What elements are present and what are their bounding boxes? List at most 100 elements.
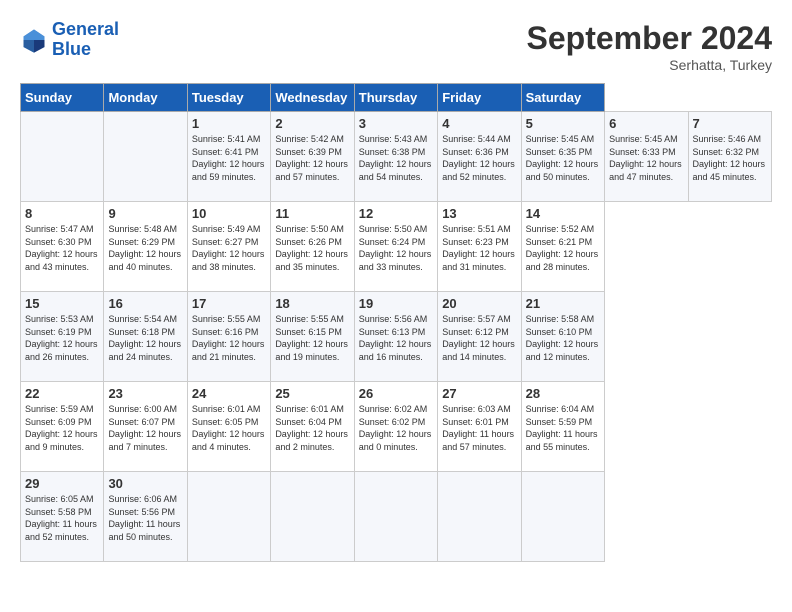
day-info: Sunrise: 5:50 AM Sunset: 6:24 PM Dayligh… — [359, 223, 433, 273]
calendar-day-cell: 26 Sunrise: 6:02 AM Sunset: 6:02 PM Dayl… — [354, 382, 437, 472]
calendar-day-cell: 11 Sunrise: 5:50 AM Sunset: 6:26 PM Dayl… — [271, 202, 354, 292]
location-subtitle: Serhatta, Turkey — [527, 57, 772, 73]
day-number: 6 — [609, 116, 683, 131]
calendar-day-cell: 5 Sunrise: 5:45 AM Sunset: 6:35 PM Dayli… — [521, 112, 604, 202]
day-info: Sunrise: 5:47 AM Sunset: 6:30 PM Dayligh… — [25, 223, 99, 273]
calendar-week-row: 8 Sunrise: 5:47 AM Sunset: 6:30 PM Dayli… — [21, 202, 772, 292]
calendar-day-cell: 20 Sunrise: 5:57 AM Sunset: 6:12 PM Dayl… — [438, 292, 521, 382]
day-number: 22 — [25, 386, 99, 401]
day-info: Sunrise: 6:05 AM Sunset: 5:58 PM Dayligh… — [25, 493, 99, 543]
day-number: 5 — [526, 116, 600, 131]
day-info: Sunrise: 6:01 AM Sunset: 6:04 PM Dayligh… — [275, 403, 349, 453]
calendar-day-cell: 24 Sunrise: 6:01 AM Sunset: 6:05 PM Dayl… — [187, 382, 270, 472]
day-number: 2 — [275, 116, 349, 131]
day-number: 4 — [442, 116, 516, 131]
day-number: 8 — [25, 206, 99, 221]
day-info: Sunrise: 5:49 AM Sunset: 6:27 PM Dayligh… — [192, 223, 266, 273]
day-info: Sunrise: 5:56 AM Sunset: 6:13 PM Dayligh… — [359, 313, 433, 363]
calendar-day-cell: 17 Sunrise: 5:55 AM Sunset: 6:16 PM Dayl… — [187, 292, 270, 382]
day-number: 17 — [192, 296, 266, 311]
calendar-day-cell — [438, 472, 521, 562]
empty-cell — [104, 112, 187, 202]
calendar-day-cell: 15 Sunrise: 5:53 AM Sunset: 6:19 PM Dayl… — [21, 292, 104, 382]
day-number: 7 — [693, 116, 768, 131]
day-number: 24 — [192, 386, 266, 401]
day-number: 3 — [359, 116, 433, 131]
calendar-day-cell: 30 Sunrise: 6:06 AM Sunset: 5:56 PM Dayl… — [104, 472, 187, 562]
day-number: 14 — [526, 206, 600, 221]
empty-cell — [21, 112, 104, 202]
calendar-table: SundayMondayTuesdayWednesdayThursdayFrid… — [20, 83, 772, 562]
day-info: Sunrise: 5:44 AM Sunset: 6:36 PM Dayligh… — [442, 133, 516, 183]
day-number: 1 — [192, 116, 266, 131]
calendar-day-cell: 3 Sunrise: 5:43 AM Sunset: 6:38 PM Dayli… — [354, 112, 437, 202]
calendar-day-cell: 29 Sunrise: 6:05 AM Sunset: 5:58 PM Dayl… — [21, 472, 104, 562]
calendar-day-cell: 4 Sunrise: 5:44 AM Sunset: 6:36 PM Dayli… — [438, 112, 521, 202]
day-number: 26 — [359, 386, 433, 401]
day-info: Sunrise: 5:51 AM Sunset: 6:23 PM Dayligh… — [442, 223, 516, 273]
day-number: 18 — [275, 296, 349, 311]
calendar-day-cell — [187, 472, 270, 562]
calendar-day-cell: 9 Sunrise: 5:48 AM Sunset: 6:29 PM Dayli… — [104, 202, 187, 292]
calendar-day-cell: 10 Sunrise: 5:49 AM Sunset: 6:27 PM Dayl… — [187, 202, 270, 292]
day-info: Sunrise: 5:54 AM Sunset: 6:18 PM Dayligh… — [108, 313, 182, 363]
day-info: Sunrise: 6:02 AM Sunset: 6:02 PM Dayligh… — [359, 403, 433, 453]
calendar-header: SundayMondayTuesdayWednesdayThursdayFrid… — [21, 84, 772, 112]
day-info: Sunrise: 5:43 AM Sunset: 6:38 PM Dayligh… — [359, 133, 433, 183]
day-info: Sunrise: 5:55 AM Sunset: 6:16 PM Dayligh… — [192, 313, 266, 363]
day-number: 16 — [108, 296, 182, 311]
header-day: Tuesday — [187, 84, 270, 112]
day-info: Sunrise: 5:57 AM Sunset: 6:12 PM Dayligh… — [442, 313, 516, 363]
day-number: 9 — [108, 206, 182, 221]
calendar-week-row: 1 Sunrise: 5:41 AM Sunset: 6:41 PM Dayli… — [21, 112, 772, 202]
calendar-day-cell: 19 Sunrise: 5:56 AM Sunset: 6:13 PM Dayl… — [354, 292, 437, 382]
day-info: Sunrise: 5:55 AM Sunset: 6:15 PM Dayligh… — [275, 313, 349, 363]
day-info: Sunrise: 5:41 AM Sunset: 6:41 PM Dayligh… — [192, 133, 266, 183]
header-day: Saturday — [521, 84, 604, 112]
calendar-day-cell — [354, 472, 437, 562]
logo-icon — [20, 26, 48, 54]
calendar-day-cell: 2 Sunrise: 5:42 AM Sunset: 6:39 PM Dayli… — [271, 112, 354, 202]
day-info: Sunrise: 5:48 AM Sunset: 6:29 PM Dayligh… — [108, 223, 182, 273]
calendar-day-cell: 25 Sunrise: 6:01 AM Sunset: 6:04 PM Dayl… — [271, 382, 354, 472]
day-info: Sunrise: 6:00 AM Sunset: 6:07 PM Dayligh… — [108, 403, 182, 453]
calendar-day-cell: 18 Sunrise: 5:55 AM Sunset: 6:15 PM Dayl… — [271, 292, 354, 382]
day-info: Sunrise: 6:01 AM Sunset: 6:05 PM Dayligh… — [192, 403, 266, 453]
calendar-day-cell: 28 Sunrise: 6:04 AM Sunset: 5:59 PM Dayl… — [521, 382, 604, 472]
calendar-day-cell: 8 Sunrise: 5:47 AM Sunset: 6:30 PM Dayli… — [21, 202, 104, 292]
day-info: Sunrise: 6:03 AM Sunset: 6:01 PM Dayligh… — [442, 403, 516, 453]
calendar-day-cell: 23 Sunrise: 6:00 AM Sunset: 6:07 PM Dayl… — [104, 382, 187, 472]
header-day: Friday — [438, 84, 521, 112]
calendar-day-cell: 12 Sunrise: 5:50 AM Sunset: 6:24 PM Dayl… — [354, 202, 437, 292]
day-info: Sunrise: 5:52 AM Sunset: 6:21 PM Dayligh… — [526, 223, 600, 273]
logo-text: General Blue — [52, 20, 119, 60]
day-info: Sunrise: 5:50 AM Sunset: 6:26 PM Dayligh… — [275, 223, 349, 273]
day-number: 27 — [442, 386, 516, 401]
header-day: Sunday — [21, 84, 104, 112]
title-block: September 2024 Serhatta, Turkey — [527, 20, 772, 73]
calendar-day-cell: 16 Sunrise: 5:54 AM Sunset: 6:18 PM Dayl… — [104, 292, 187, 382]
day-number: 11 — [275, 206, 349, 221]
day-number: 28 — [526, 386, 600, 401]
header-day: Wednesday — [271, 84, 354, 112]
day-info: Sunrise: 5:58 AM Sunset: 6:10 PM Dayligh… — [526, 313, 600, 363]
day-info: Sunrise: 6:04 AM Sunset: 5:59 PM Dayligh… — [526, 403, 600, 453]
calendar-week-row: 22 Sunrise: 5:59 AM Sunset: 6:09 PM Dayl… — [21, 382, 772, 472]
calendar-day-cell: 21 Sunrise: 5:58 AM Sunset: 6:10 PM Dayl… — [521, 292, 604, 382]
calendar-day-cell: 6 Sunrise: 5:45 AM Sunset: 6:33 PM Dayli… — [605, 112, 688, 202]
calendar-day-cell: 13 Sunrise: 5:51 AM Sunset: 6:23 PM Dayl… — [438, 202, 521, 292]
day-number: 10 — [192, 206, 266, 221]
day-number: 30 — [108, 476, 182, 491]
calendar-day-cell: 14 Sunrise: 5:52 AM Sunset: 6:21 PM Dayl… — [521, 202, 604, 292]
day-info: Sunrise: 6:06 AM Sunset: 5:56 PM Dayligh… — [108, 493, 182, 543]
calendar-day-cell: 7 Sunrise: 5:46 AM Sunset: 6:32 PM Dayli… — [688, 112, 772, 202]
calendar-week-row: 15 Sunrise: 5:53 AM Sunset: 6:19 PM Dayl… — [21, 292, 772, 382]
day-number: 21 — [526, 296, 600, 311]
day-info: Sunrise: 5:45 AM Sunset: 6:33 PM Dayligh… — [609, 133, 683, 183]
day-number: 23 — [108, 386, 182, 401]
header-day: Thursday — [354, 84, 437, 112]
day-info: Sunrise: 5:42 AM Sunset: 6:39 PM Dayligh… — [275, 133, 349, 183]
calendar-day-cell: 27 Sunrise: 6:03 AM Sunset: 6:01 PM Dayl… — [438, 382, 521, 472]
month-title: September 2024 — [527, 20, 772, 57]
calendar-day-cell: 22 Sunrise: 5:59 AM Sunset: 6:09 PM Dayl… — [21, 382, 104, 472]
